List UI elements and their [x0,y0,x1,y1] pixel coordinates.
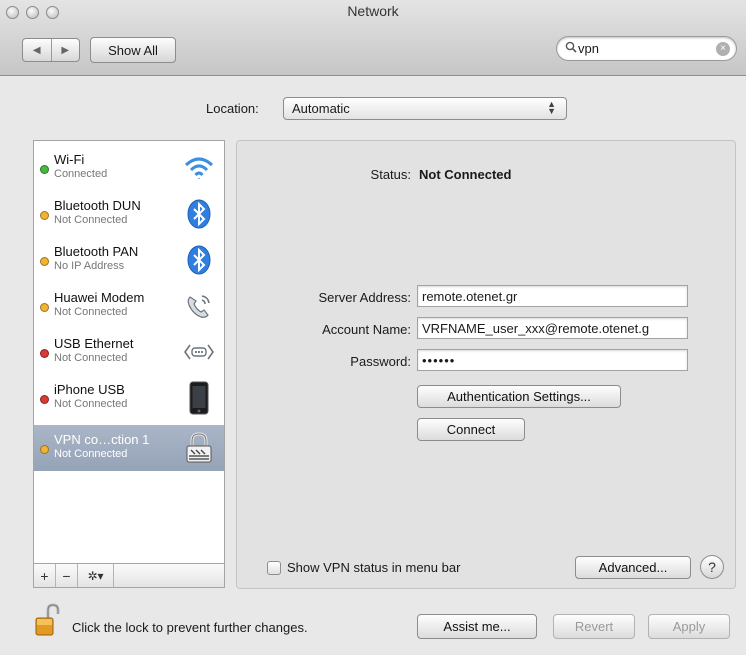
updown-arrows-icon: ▲ ▼ [547,99,556,116]
service-item-huawei-modem[interactable]: Huawei Modem Not Connected [34,283,224,329]
status-dot [40,349,49,358]
window-title: Network [347,3,399,19]
service-name: Bluetooth PAN [54,244,139,259]
authentication-settings-button[interactable]: Authentication Settings... [417,385,621,408]
password-label: Password: [350,354,411,369]
show-all-button[interactable]: Show All [90,37,176,63]
status-dot [40,165,49,174]
service-name: Huawei Modem [54,290,145,305]
apply-button[interactable]: Apply [648,614,730,639]
status-dot [40,395,49,404]
service-item-wifi[interactable]: Wi-Fi Connected [34,145,224,191]
service-status: Not Connected [54,214,128,226]
service-status: No IP Address [54,260,125,272]
status-dot [40,303,49,312]
bluetooth-icon [182,197,216,231]
server-address-label: Server Address: [318,290,412,305]
service-status: Not Connected [54,352,128,364]
service-name: iPhone USB [54,382,125,397]
location-select[interactable]: Automatic ▲ ▼ [283,97,567,120]
search-field[interactable]: vpn × [556,36,737,61]
service-item-iphone-usb[interactable]: iPhone USB Not Connected [34,375,224,421]
service-item-usb-ethernet[interactable]: USB Ethernet Not Connected [34,329,224,375]
search-icon [565,41,577,56]
search-query: vpn [578,41,599,56]
service-status: Not Connected [54,306,128,318]
status-label: Status: [370,167,411,182]
back-button[interactable]: ◀ [23,39,52,61]
service-list-toolbar: + − ✲▾ [33,564,225,588]
status-dot [40,257,49,266]
password-field[interactable]: •••••• [417,349,688,371]
show-vpn-status-label: Show VPN status in menu bar [287,560,461,575]
service-item-bluetooth-pan[interactable]: Bluetooth PAN No IP Address [34,237,224,283]
ethernet-icon [182,335,216,369]
forward-button[interactable]: ▶ [52,39,80,61]
account-name-field[interactable]: VRFNAME_user_xxx@remote.otenet.g [417,317,688,339]
vpn-detail-panel: Status: Not Connected Server Address: re… [236,140,736,589]
bluetooth-icon [182,243,216,277]
service-list: Wi-Fi Connected Bluetooth DUN Not Connec… [33,140,225,564]
revert-button[interactable]: Revert [553,614,635,639]
service-status: Not Connected [54,448,128,460]
vpn-lock-icon [182,431,216,465]
status-value: Not Connected [419,167,512,182]
modem-phone-icon [182,289,216,323]
account-name-label: Account Name: [322,322,411,337]
service-name: VPN co…ction 1 [54,432,150,447]
status-dot [40,211,49,220]
location-value: Automatic [292,101,350,116]
service-status: Not Connected [54,398,128,410]
connect-button[interactable]: Connect [417,418,525,441]
back-forward-control: ◀ ▶ [22,38,80,62]
window-toolbar: Network ◀ ▶ Show All vpn × [0,0,746,76]
status-dot [40,445,49,454]
gear-action-menu-button[interactable]: ✲▾ [78,564,114,587]
service-name: Bluetooth DUN [54,198,141,213]
lock-icon[interactable] [34,603,60,637]
location-label: Location: [206,101,259,116]
lock-message: Click the lock to prevent further change… [72,620,308,635]
server-address-field[interactable]: remote.otenet.gr [417,285,688,307]
advanced-button[interactable]: Advanced... [575,556,691,579]
help-button[interactable]: ? [700,555,724,579]
show-vpn-status-checkbox[interactable] [267,561,281,575]
service-item-bluetooth-dun[interactable]: Bluetooth DUN Not Connected [34,191,224,237]
iphone-icon [182,381,216,415]
wifi-icon [182,151,216,185]
clear-search-icon[interactable]: × [716,42,730,56]
service-name: Wi-Fi [54,152,85,167]
service-item-vpn-connection[interactable]: VPN co…ction 1 Not Connected [34,425,224,471]
remove-service-button[interactable]: − [56,564,78,587]
service-name: USB Ethernet [54,336,134,351]
add-service-button[interactable]: + [34,564,56,587]
service-status: Connected [54,168,108,180]
assist-me-button[interactable]: Assist me... [417,614,537,639]
